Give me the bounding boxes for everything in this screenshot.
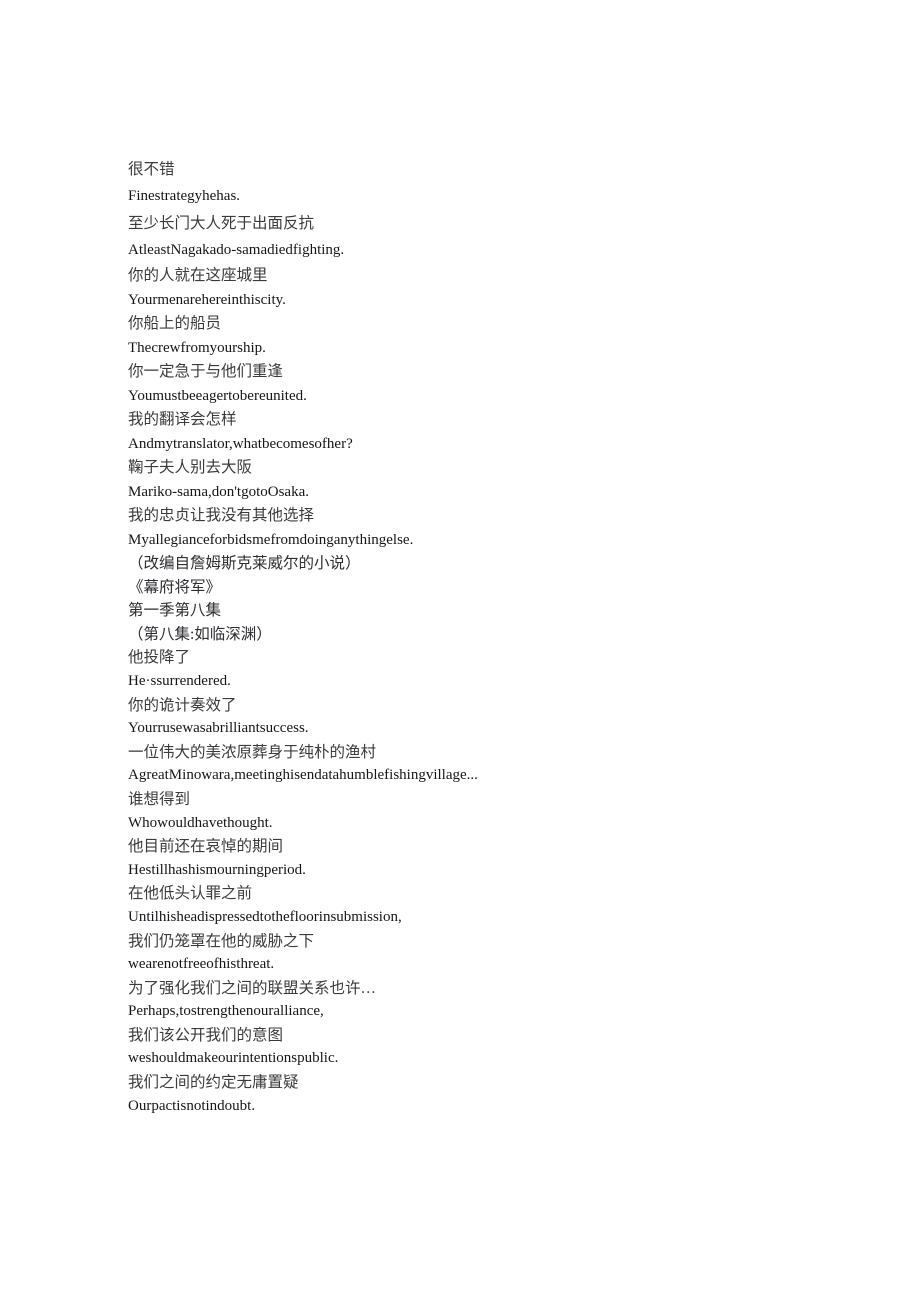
transcript-line: 你的人就在这座城里 [128, 267, 268, 284]
transcript-line: 我的翻译会怎样 [128, 411, 237, 428]
transcript-line: 在他低头认罪之前 [128, 885, 253, 903]
transcript-line: Hestillhashismourningperiod. [128, 861, 306, 878]
transcript-line: 为了强化我们之间的联盟关系也许… [128, 979, 377, 997]
transcript-body: 很不错 Finestrategyhehas. 至少长门大人死于出面反抗 Atleast… [128, 156, 828, 1118]
transcript-line: Andmytranslator,whatbecomesofher? [128, 436, 353, 452]
transcript-line: 鞠子夫人别去大阪 [128, 459, 253, 476]
document-page: 很不错 Finestrategyhehas. 至少长门大人死于出面反抗 Atleast… [0, 0, 920, 1301]
transcript-line: Mariko-sama,don'tgotoOsaka. [128, 484, 309, 500]
transcript-line: Youmustbeeagertobereunited. [128, 388, 307, 404]
transcript-line: Yourmenarehereinthiscity. [128, 292, 286, 308]
transcript-line: 《幕府将军》 [128, 578, 222, 596]
transcript-line: 我们仍笼罩在他的威胁之下 [128, 932, 315, 950]
transcript-line: 你一定急于与他们重逢 [128, 363, 284, 380]
transcript-line: 一位伟大的美浓原葬身于纯朴的渔村 [128, 743, 377, 761]
transcript-line: 谁想得到 [128, 790, 191, 808]
transcript-line: 你的诡计奏效了 [128, 696, 237, 714]
transcript-line: 他目前还在哀悼的期间 [128, 838, 284, 856]
transcript-line: 你船上的船员 [128, 315, 222, 332]
transcript-line: He·ssurrendered. [128, 672, 231, 689]
transcript-line: 我们该公开我们的意图 [128, 1026, 284, 1044]
transcript-line: wearenotfreeofhisthreat. [128, 956, 275, 973]
transcript-line: Whowouldhavethought. [128, 814, 273, 831]
transcript-line: 我们之间的约定无庸置疑 [128, 1074, 299, 1092]
transcript-line: （第八集:如临深渊） [128, 625, 272, 643]
transcript-line: AtleastNagakado-samadiedfighting. [128, 242, 345, 258]
transcript-line: Myallegianceforbidsmefromdoinganythingel… [128, 532, 414, 548]
transcript-line: Ourpactisnotindoubt. [128, 1097, 256, 1114]
transcript-line: Perhaps,tostrengthenouralliance, [128, 1003, 324, 1020]
transcript-line: 很不错 [128, 161, 175, 178]
transcript-line: 至少长门大人死于出面反抗 [128, 215, 315, 232]
transcript-line: Thecrewfromyourship. [128, 340, 266, 356]
transcript-line: 他投降了 [128, 649, 191, 667]
transcript-line: （改编自詹姆斯克莱威尔的小说） [128, 555, 361, 572]
transcript-line: weshouldmakeourintentionspublic. [128, 1050, 339, 1067]
transcript-line: AgreatMinowara,meetinghisendatahumblefis… [128, 767, 478, 784]
transcript-line: 第一季第八集 [128, 602, 222, 620]
transcript-line: Yourrusewasabrilliantsuccess. [128, 720, 309, 737]
transcript-line: 我的忠贞让我没有其他选择 [128, 507, 315, 524]
transcript-line: Untilhisheadispressedtothefloorinsubmiss… [128, 908, 402, 925]
transcript-line: Finestrategyhehas. [128, 188, 241, 204]
